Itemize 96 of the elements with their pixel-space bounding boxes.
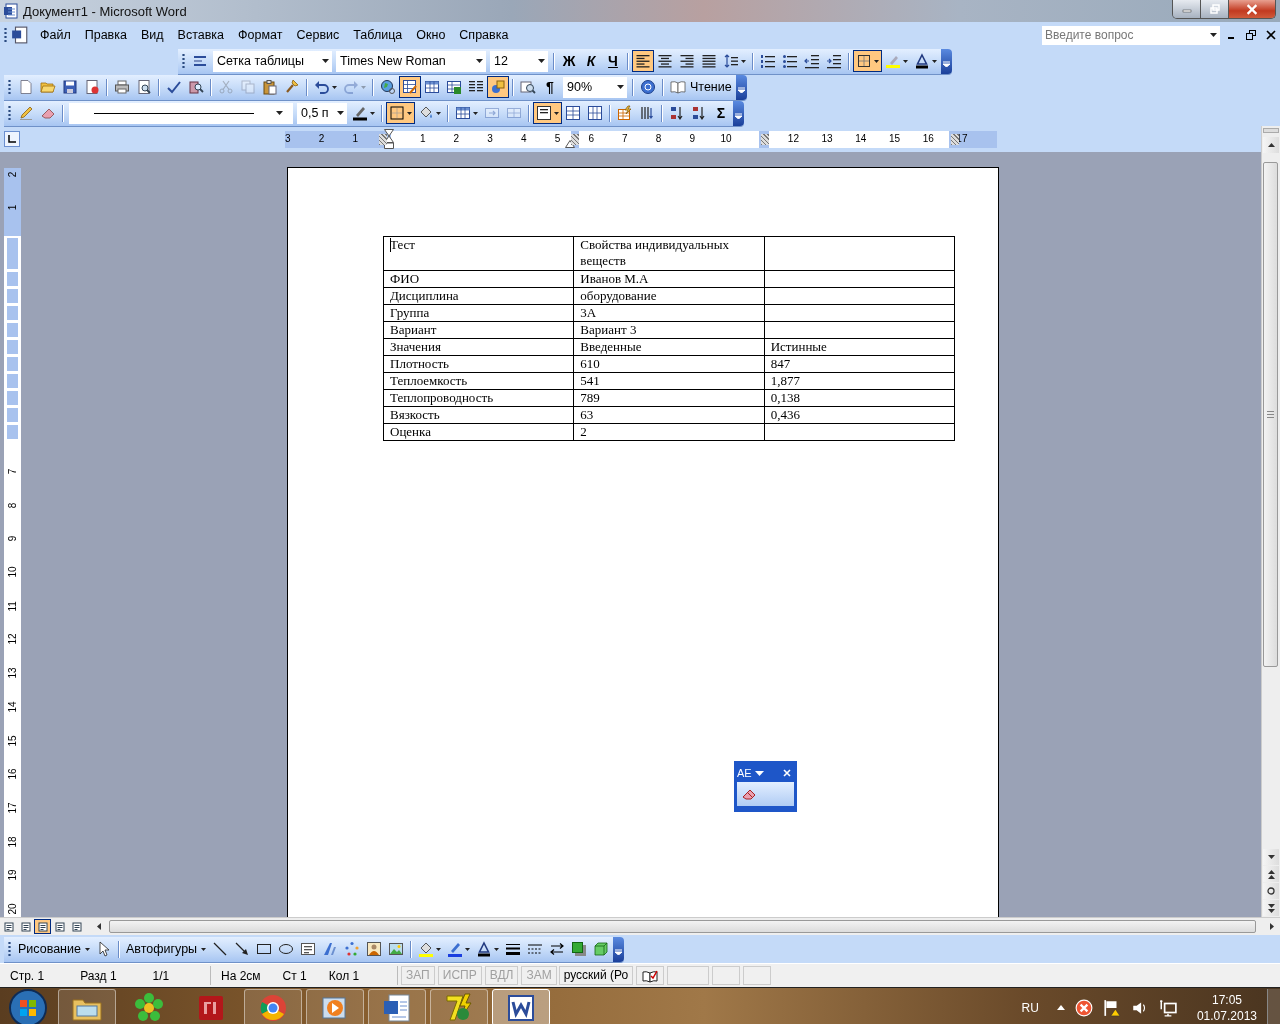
drawing-menu-button[interactable]: Рисование	[15, 938, 93, 960]
menu-item[interactable]: Формат	[231, 26, 290, 44]
zoom-combo[interactable]: 90%	[563, 76, 627, 98]
underline-button[interactable]: Ч	[602, 50, 624, 72]
ruler-number: 1	[6, 204, 18, 213]
ruler-number: 20	[6, 904, 18, 915]
ruler-number: 14	[855, 132, 867, 144]
status-language[interactable]: русский (Ро	[558, 966, 634, 985]
ruler-number: 2	[6, 170, 18, 179]
ruler-number: 8	[6, 501, 18, 510]
status-text: Ст 1	[282, 968, 307, 983]
table-cell: Вязкость	[383, 406, 574, 424]
ruler-number: 12	[787, 132, 799, 144]
table-cell: Иванов М.А	[573, 270, 765, 288]
ruler-number: 3	[285, 132, 291, 144]
ruler-number: 4	[521, 132, 527, 144]
ruler-number: 1	[419, 132, 426, 144]
font-combo[interactable]: Times New Roman	[336, 50, 486, 72]
menu-item[interactable]: Файл	[33, 26, 78, 44]
sum-button[interactable]: Σ	[710, 102, 732, 124]
status-text: 1/1	[152, 968, 170, 983]
toolbar-title: AE	[737, 767, 752, 779]
table-cell: ФИО	[383, 270, 574, 288]
table-cell: Теплопроводность	[383, 389, 574, 407]
table-cell: Истинные	[764, 338, 955, 356]
ruler-number: 15	[888, 132, 901, 144]
ruler-number: 3	[487, 132, 493, 144]
table-cell: Вариант 3	[573, 321, 765, 339]
table-cell: 610	[573, 355, 765, 373]
table-cell: Свойства индивидуальных веществ	[573, 236, 765, 271]
ruler-number: 9	[689, 132, 696, 144]
italic-button[interactable]: К	[580, 50, 602, 72]
reading-button[interactable]: Чтение	[667, 76, 735, 98]
autoshapes-button[interactable]: Автофигуры	[122, 938, 210, 960]
ruler-number: 13	[821, 132, 833, 144]
clock-time[interactable]: 17:05	[1211, 992, 1242, 1007]
ruler-number: 16	[922, 132, 934, 144]
table-cell: 541	[573, 372, 765, 390]
ruler-number: 16	[6, 769, 18, 780]
table-cell: Плотность	[383, 355, 574, 373]
table-cell: 1,877	[764, 372, 955, 390]
ruler-number: 7	[622, 132, 628, 144]
menu-item[interactable]: Сервис	[289, 26, 347, 44]
menu-item[interactable]: Вид	[133, 26, 171, 44]
table-cell: 0,436	[764, 406, 955, 424]
pilcrow-button[interactable]: ¶	[539, 76, 561, 98]
ruler-number: 18	[6, 837, 18, 848]
line-weight-combo[interactable]: 0,5 п	[297, 102, 347, 124]
ruler-number: 10	[6, 567, 18, 578]
help-search-field[interactable]: Введите вопрос	[1042, 25, 1206, 45]
ruler-number: 9	[6, 535, 18, 544]
ruler-number: 7	[6, 467, 18, 477]
status-text: Кол 1	[328, 968, 360, 983]
language-indicator[interactable]: RU	[1021, 1000, 1039, 1015]
table-cell: Тест	[383, 236, 574, 271]
ruler-number: 10	[720, 132, 732, 144]
menu-item[interactable]: Вставка	[170, 26, 232, 44]
table-cell: 847	[764, 355, 955, 373]
table-cell: Оценка	[383, 423, 574, 441]
ruler-number: 2	[453, 132, 460, 144]
ruler-number: 12	[6, 634, 18, 645]
ruler-number: 14	[6, 702, 18, 713]
table-cell: Теплоемкость	[383, 372, 574, 390]
table-cell: 0,138	[764, 389, 955, 407]
table-cell: 789	[573, 389, 765, 407]
ruler-number: 11	[6, 601, 18, 612]
status-text: Разд 1	[80, 968, 117, 983]
bold-button[interactable]: Ж	[558, 50, 580, 72]
table-cell: Дисциплина	[383, 287, 574, 305]
ruler-number: 1	[352, 132, 359, 144]
style-combo[interactable]: Сетка таблицы	[213, 50, 332, 72]
status-text: Стр. 1	[10, 968, 45, 983]
ruler-number: 5	[554, 132, 561, 144]
menu-item[interactable]: Окно	[409, 26, 453, 44]
table-cell: Группа	[383, 304, 574, 322]
ruler-number: 8	[655, 132, 662, 144]
ruler-number: 13	[6, 668, 18, 679]
ruler-number: 17	[6, 803, 18, 814]
table-cell: 3А	[573, 304, 765, 322]
table-cell: Значения	[383, 338, 574, 356]
menu-item[interactable]: Таблица	[346, 26, 410, 44]
font-size-combo[interactable]: 12	[490, 50, 548, 72]
ruler-number: 2	[318, 132, 325, 144]
menu-item[interactable]: Правка	[77, 26, 134, 44]
clock-date[interactable]: 01.07.2013	[1196, 1008, 1257, 1023]
table-cell: оборудование	[573, 287, 765, 305]
ruler-number: 6	[588, 132, 594, 144]
table-cell: Введенные	[573, 338, 765, 356]
window-title: Документ1 - Microsoft Word	[23, 3, 187, 19]
menu-item[interactable]: Справка	[452, 26, 516, 44]
table-cell: 63	[573, 406, 765, 424]
ruler-number: 19	[6, 870, 18, 881]
status-text: На 2см	[221, 968, 261, 983]
table-cell: 2	[573, 423, 765, 441]
ruler-number: 15	[6, 736, 18, 746]
table-cell: Вариант	[383, 321, 574, 339]
